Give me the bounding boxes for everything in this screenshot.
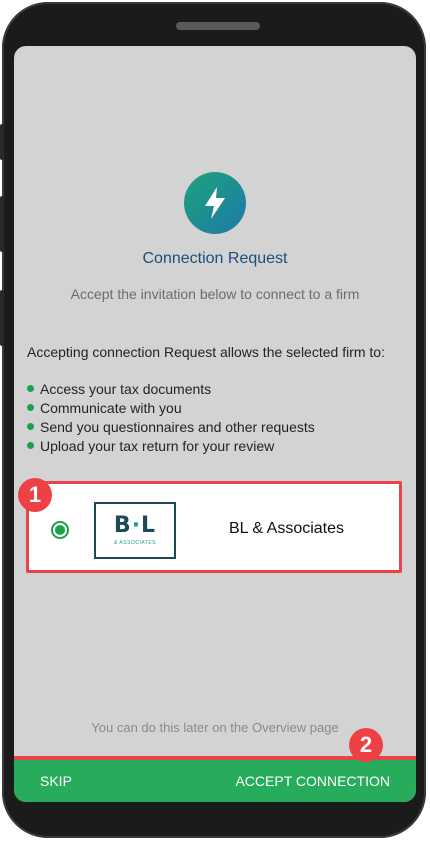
volume-up-button bbox=[0, 196, 4, 252]
list-item: Access your tax documents bbox=[27, 379, 315, 398]
volume-down-button bbox=[0, 290, 4, 346]
annotation-badge-1: 1 bbox=[18, 478, 52, 512]
bullet-dot-icon bbox=[27, 442, 34, 449]
app-screen: Connection Request Accept the invitation… bbox=[14, 46, 416, 802]
permission-text: Send you questionnaires and other reques… bbox=[40, 418, 315, 435]
mute-switch bbox=[0, 124, 4, 160]
speaker-grille bbox=[176, 22, 260, 30]
skip-button[interactable]: SKIP bbox=[40, 773, 72, 789]
firm-name: BL & Associates bbox=[229, 520, 345, 537]
bullet-dot-icon bbox=[27, 385, 34, 392]
page-title: Connection Request bbox=[142, 250, 288, 267]
accept-connection-button[interactable]: ACCEPT CONNECTION bbox=[235, 773, 390, 789]
radio-selected-icon[interactable] bbox=[51, 521, 69, 539]
list-item: Send you questionnaires and other reques… bbox=[27, 417, 315, 436]
firm-logo: B·L & ASSOCIATES bbox=[94, 502, 176, 559]
action-footer: SKIP ACCEPT CONNECTION bbox=[14, 756, 416, 802]
permissions-list: Access your tax documents Communicate wi… bbox=[27, 379, 315, 455]
permission-text: Communicate with you bbox=[40, 399, 182, 416]
firm-card[interactable]: B·L & ASSOCIATES BL & Associates bbox=[26, 481, 402, 573]
page-subtitle: Accept the invitation below to connect t… bbox=[70, 286, 360, 302]
annotation-badge-2: 2 bbox=[349, 728, 383, 762]
permission-text: Upload your tax return for your review bbox=[40, 437, 275, 454]
lightning-icon bbox=[184, 172, 246, 234]
bullet-dot-icon bbox=[27, 423, 34, 430]
list-item: Communicate with you bbox=[27, 398, 315, 417]
bullet-dot-icon bbox=[27, 404, 34, 411]
permissions-intro: Accepting connection Request allows the … bbox=[27, 344, 385, 360]
permission-text: Access your tax documents bbox=[40, 380, 212, 397]
list-item: Upload your tax return for your review bbox=[27, 436, 315, 455]
